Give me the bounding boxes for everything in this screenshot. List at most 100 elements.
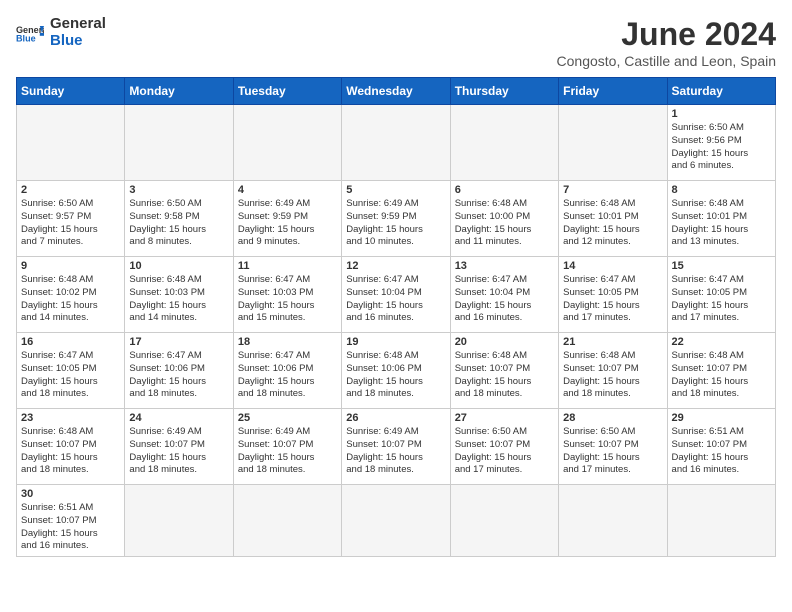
day-info: Sunrise: 6:48 AM Sunset: 10:00 PM Daylig… <box>455 198 554 249</box>
svg-text:Blue: Blue <box>16 33 36 43</box>
day-info: Sunrise: 6:48 AM Sunset: 10:07 PM Daylig… <box>21 426 120 477</box>
calendar-cell: 21 Sunrise: 6:48 AM Sunset: 10:07 PM Dayl… <box>559 333 667 409</box>
calendar-week-4: 23Sunrise: 6:48 AM Sunset: 10:07 PM Dayl… <box>17 409 776 485</box>
day-number: 5 <box>346 184 445 196</box>
day-number: 22 <box>672 336 771 348</box>
calendar-cell: 15Sunrise: 6:47 AM Sunset: 10:05 PM Dayl… <box>667 257 775 333</box>
day-info: Sunrise: 6:49 AM Sunset: 10:07 PM Daylig… <box>346 426 445 477</box>
weekday-header-row: SundayMondayTuesdayWednesdayThursdayFrid… <box>17 78 776 105</box>
calendar-cell: 30 Sunrise: 6:51 AM Sunset: 10:07 PM Dayl… <box>17 485 125 557</box>
calendar-cell: 1 Sunrise: 6:50 AM Sunset: 9:56 PM Daylig… <box>667 105 775 181</box>
location-subtitle: Congosto, Castille and Leon, Spain <box>557 53 776 69</box>
day-number: 29 <box>672 412 771 424</box>
weekday-header-tuesday: Tuesday <box>233 78 341 105</box>
day-number: 25 <box>238 412 337 424</box>
day-info: Sunrise: 6:47 AM Sunset: 10:05 PM Daylig… <box>672 274 771 325</box>
day-number: 3 <box>129 184 228 196</box>
day-number: 1 <box>672 108 771 120</box>
calendar-cell <box>450 105 558 181</box>
month-title: June 2024 <box>557 16 776 53</box>
day-number: 21 <box>563 336 662 348</box>
weekday-header-friday: Friday <box>559 78 667 105</box>
day-number: 4 <box>238 184 337 196</box>
calendar-week-2: 9 Sunrise: 6:48 AM Sunset: 10:02 PM Dayli… <box>17 257 776 333</box>
weekday-header-monday: Monday <box>125 78 233 105</box>
calendar-cell <box>450 485 558 557</box>
day-info: Sunrise: 6:48 AM Sunset: 10:07 PM Daylig… <box>563 350 662 401</box>
calendar-cell <box>559 485 667 557</box>
logo: General Blue General Blue <box>16 16 106 49</box>
day-number: 13 <box>455 260 554 272</box>
day-info: Sunrise: 6:47 AM Sunset: 10:05 PM Daylig… <box>21 350 120 401</box>
day-info: Sunrise: 6:49 AM Sunset: 10:07 PM Daylig… <box>238 426 337 477</box>
day-info: Sunrise: 6:48 AM Sunset: 10:07 PM Daylig… <box>672 350 771 401</box>
day-info: Sunrise: 6:50 AM Sunset: 10:07 PM Daylig… <box>455 426 554 477</box>
day-info: Sunrise: 6:51 AM Sunset: 10:07 PM Daylig… <box>672 426 771 477</box>
day-number: 19 <box>346 336 445 348</box>
day-info: Sunrise: 6:50 AM Sunset: 9:56 PM Dayligh… <box>672 122 771 173</box>
weekday-header-wednesday: Wednesday <box>342 78 450 105</box>
calendar-cell: 29 Sunrise: 6:51 AM Sunset: 10:07 PM Dayl… <box>667 409 775 485</box>
calendar-cell <box>667 485 775 557</box>
calendar-cell: 12Sunrise: 6:47 AM Sunset: 10:04 PM Dayl… <box>342 257 450 333</box>
day-info: Sunrise: 6:50 AM Sunset: 9:57 PM Dayligh… <box>21 198 120 249</box>
day-number: 27 <box>455 412 554 424</box>
calendar-week-0: 1 Sunrise: 6:50 AM Sunset: 9:56 PM Daylig… <box>17 105 776 181</box>
calendar-cell <box>342 485 450 557</box>
day-number: 10 <box>129 260 228 272</box>
day-number: 14 <box>563 260 662 272</box>
day-info: Sunrise: 6:48 AM Sunset: 10:01 PM Daylig… <box>563 198 662 249</box>
calendar-week-3: 16 Sunrise: 6:47 AM Sunset: 10:05 PM Dayl… <box>17 333 776 409</box>
day-number: 2 <box>21 184 120 196</box>
day-info: Sunrise: 6:48 AM Sunset: 10:03 PM Daylig… <box>129 274 228 325</box>
day-info: Sunrise: 6:50 AM Sunset: 10:07 PM Daylig… <box>563 426 662 477</box>
calendar-cell: 4 Sunrise: 6:49 AM Sunset: 9:59 PM Daylig… <box>233 181 341 257</box>
day-number: 11 <box>238 260 337 272</box>
header: General Blue General Blue June 2024 Cong… <box>16 16 776 69</box>
calendar-cell: 24 Sunrise: 6:49 AM Sunset: 10:07 PM Dayl… <box>125 409 233 485</box>
calendar-cell: 20Sunrise: 6:48 AM Sunset: 10:07 PM Dayl… <box>450 333 558 409</box>
day-info: Sunrise: 6:51 AM Sunset: 10:07 PM Daylig… <box>21 502 120 553</box>
day-info: Sunrise: 6:48 AM Sunset: 10:01 PM Daylig… <box>672 198 771 249</box>
day-info: Sunrise: 6:47 AM Sunset: 10:04 PM Daylig… <box>346 274 445 325</box>
day-number: 26 <box>346 412 445 424</box>
day-info: Sunrise: 6:47 AM Sunset: 10:04 PM Daylig… <box>455 274 554 325</box>
calendar-cell <box>233 485 341 557</box>
calendar-cell <box>342 105 450 181</box>
day-info: Sunrise: 6:47 AM Sunset: 10:03 PM Daylig… <box>238 274 337 325</box>
day-number: 30 <box>21 488 120 500</box>
calendar-week-5: 30 Sunrise: 6:51 AM Sunset: 10:07 PM Dayl… <box>17 485 776 557</box>
calendar-cell <box>125 105 233 181</box>
calendar-cell: 28Sunrise: 6:50 AM Sunset: 10:07 PM Dayl… <box>559 409 667 485</box>
calendar-cell: 17Sunrise: 6:47 AM Sunset: 10:06 PM Dayl… <box>125 333 233 409</box>
day-number: 16 <box>21 336 120 348</box>
day-number: 24 <box>129 412 228 424</box>
day-number: 17 <box>129 336 228 348</box>
weekday-header-saturday: Saturday <box>667 78 775 105</box>
day-info: Sunrise: 6:47 AM Sunset: 10:06 PM Daylig… <box>238 350 337 401</box>
day-info: Sunrise: 6:48 AM Sunset: 10:02 PM Daylig… <box>21 274 120 325</box>
calendar-cell: 26 Sunrise: 6:49 AM Sunset: 10:07 PM Dayl… <box>342 409 450 485</box>
calendar-cell: 10 Sunrise: 6:48 AM Sunset: 10:03 PM Dayl… <box>125 257 233 333</box>
day-info: Sunrise: 6:50 AM Sunset: 9:58 PM Dayligh… <box>129 198 228 249</box>
calendar-cell: 2 Sunrise: 6:50 AM Sunset: 9:57 PM Daylig… <box>17 181 125 257</box>
logo-general-text: General <box>50 16 106 33</box>
day-number: 6 <box>455 184 554 196</box>
logo-blue-text: Blue <box>50 33 106 50</box>
calendar-cell: 13 Sunrise: 6:47 AM Sunset: 10:04 PM Dayl… <box>450 257 558 333</box>
day-info: Sunrise: 6:49 AM Sunset: 9:59 PM Dayligh… <box>346 198 445 249</box>
calendar-cell <box>125 485 233 557</box>
day-number: 8 <box>672 184 771 196</box>
calendar-cell: 9 Sunrise: 6:48 AM Sunset: 10:02 PM Dayli… <box>17 257 125 333</box>
day-info: Sunrise: 6:48 AM Sunset: 10:07 PM Daylig… <box>455 350 554 401</box>
title-block: June 2024 Congosto, Castille and Leon, S… <box>557 16 776 69</box>
day-info: Sunrise: 6:48 AM Sunset: 10:06 PM Daylig… <box>346 350 445 401</box>
weekday-header-sunday: Sunday <box>17 78 125 105</box>
calendar-cell: 22 Sunrise: 6:48 AM Sunset: 10:07 PM Dayl… <box>667 333 775 409</box>
day-info: Sunrise: 6:49 AM Sunset: 10:07 PM Daylig… <box>129 426 228 477</box>
day-number: 9 <box>21 260 120 272</box>
day-info: Sunrise: 6:49 AM Sunset: 9:59 PM Dayligh… <box>238 198 337 249</box>
calendar-week-1: 2 Sunrise: 6:50 AM Sunset: 9:57 PM Daylig… <box>17 181 776 257</box>
calendar-cell: 18Sunrise: 6:47 AM Sunset: 10:06 PM Dayl… <box>233 333 341 409</box>
weekday-header-thursday: Thursday <box>450 78 558 105</box>
